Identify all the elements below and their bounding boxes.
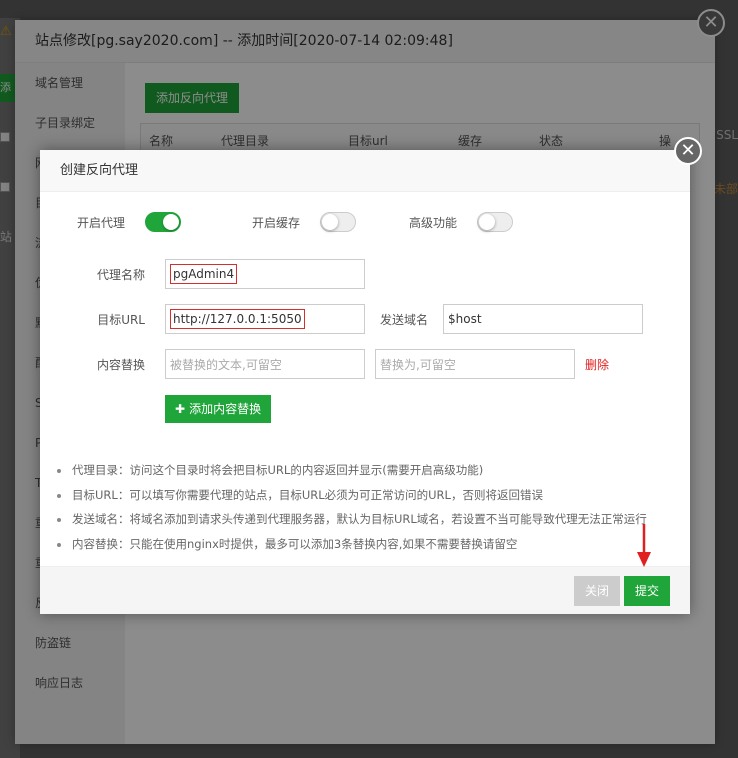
plus-icon: ✚ [175, 402, 186, 416]
enable-cache-label: 开启缓存 [251, 215, 300, 230]
content-replace-row: 内容替换 被替换的文本,可留空 替换为,可留空 删除 [40, 349, 609, 379]
proxy-name-row: 代理名称 pgAdmin4 [40, 259, 365, 289]
replace-to-input[interactable]: 替换为,可留空 [375, 349, 575, 379]
create-reverse-proxy-dialog: 创建反向代理 ✕ 开启代理 开启缓存 高级功能 代理名称 pgAdmin4 目标… [40, 137, 702, 614]
enable-proxy-toggle[interactable] [145, 212, 181, 232]
submit-button[interactable]: 提交 [624, 576, 670, 606]
add-content-replace-button[interactable]: ✚ 添加内容替换 [165, 395, 272, 423]
proxy-name-value: pgAdmin4 [170, 264, 238, 284]
toggle-row: 开启代理 开启缓存 高级功能 [40, 212, 513, 232]
replace-from-placeholder: 被替换的文本,可留空 [170, 357, 282, 372]
toggle-knob [479, 214, 495, 230]
close-button[interactable]: 关闭 [574, 576, 620, 606]
enable-proxy-label: 开启代理 [76, 215, 125, 230]
help-note: 代理目录：访问这个目录时将会把目标URL的内容返回并显示(需要开启高级功能) [52, 458, 682, 483]
send-domain-value: $host [448, 312, 482, 326]
red-arrow-annotation [637, 524, 651, 567]
help-note: 内容替换：只能在使用nginx时提供，最多可以添加3条替换内容,如果不需要替换请… [52, 532, 682, 557]
dialog-close-icon[interactable]: ✕ [674, 137, 702, 165]
target-url-row: 目标URL http://127.0.0.1:5050 发送域名 $host [40, 304, 643, 334]
replace-to-placeholder: 替换为,可留空 [380, 357, 456, 372]
toggle-knob [163, 214, 179, 230]
target-url-value: http://127.0.0.1:5050 [170, 309, 305, 329]
target-url-input[interactable]: http://127.0.0.1:5050 [165, 304, 365, 334]
help-note: 目标URL：可以填写你需要代理的站点，目标URL必须为可正常访问的URL，否则将… [52, 483, 682, 508]
toggle-knob [322, 214, 338, 230]
help-note: 发送域名：将域名添加到请求头传递到代理服务器，默认为目标URL域名，若设置不当可… [52, 507, 682, 532]
content-replace-label: 内容替换 [96, 357, 145, 372]
help-notes: 代理目录：访问这个目录时将会把目标URL的内容返回并显示(需要开启高级功能) 目… [52, 458, 682, 556]
delete-replace-link[interactable]: 删除 [585, 356, 609, 373]
replace-from-input[interactable]: 被替换的文本,可留空 [165, 349, 365, 379]
send-domain-input[interactable]: $host [443, 304, 643, 334]
advanced-toggle[interactable] [477, 212, 513, 232]
target-url-label: 目标URL [97, 312, 145, 327]
dialog-footer: 关闭 提交 [40, 566, 690, 614]
send-domain-label: 发送域名 [379, 312, 428, 327]
proxy-name-label: 代理名称 [96, 267, 145, 282]
enable-cache-toggle[interactable] [320, 212, 356, 232]
add-content-replace-label: 添加内容替换 [189, 402, 262, 416]
advanced-label: 高级功能 [408, 215, 457, 230]
proxy-name-input[interactable]: pgAdmin4 [165, 259, 365, 289]
dialog-title: 创建反向代理 [40, 150, 690, 192]
